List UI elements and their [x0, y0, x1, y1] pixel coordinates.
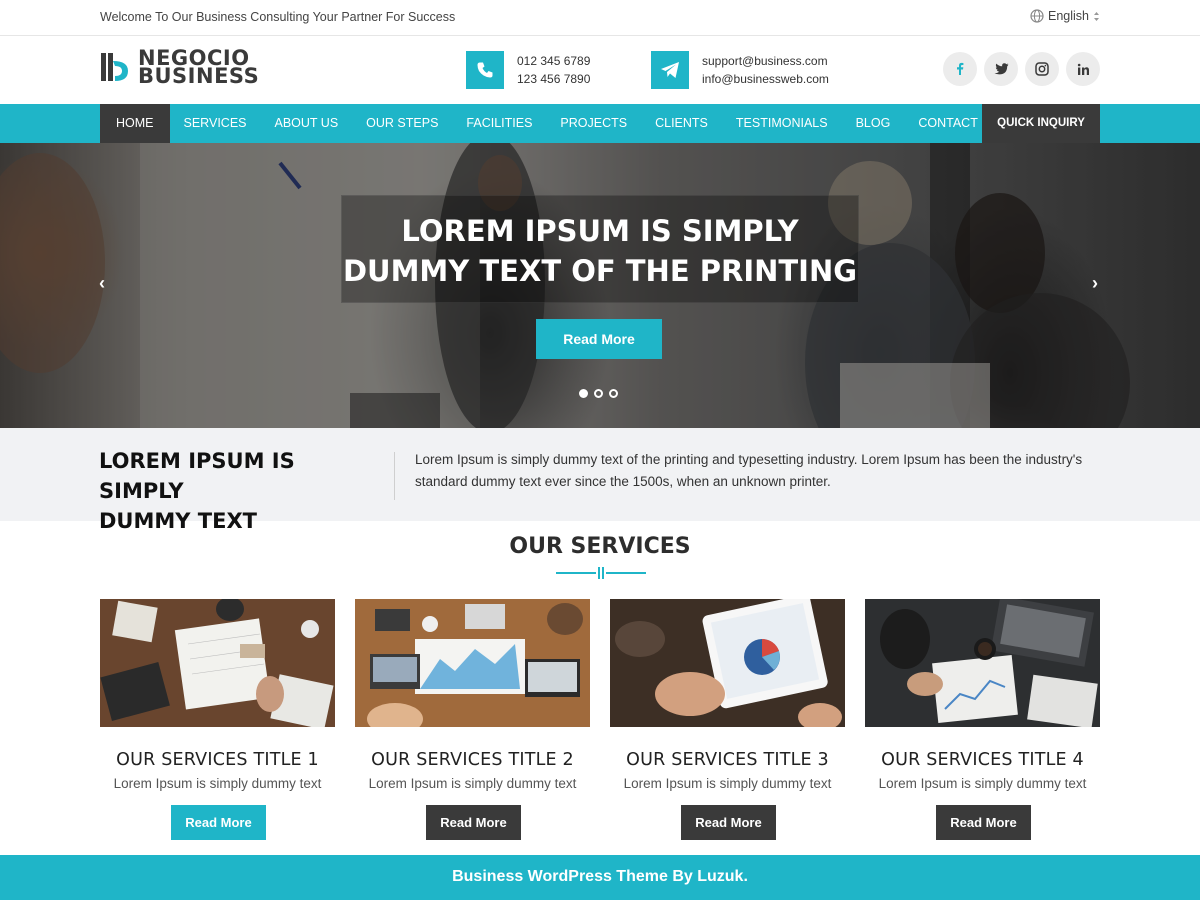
language-selector[interactable]: English: [1030, 9, 1100, 23]
service-title-2: OUR SERVICES TITLE 2: [371, 750, 574, 770]
instagram-icon[interactable]: [1025, 52, 1059, 86]
logo-text: NEGOCIO BUSINESS: [138, 48, 260, 88]
service-title-3: OUR SERVICES TITLE 3: [626, 750, 829, 770]
service-read-more-button-3[interactable]: Read More: [681, 805, 776, 840]
main-navigation: HOME SERVICES ABOUT US OUR STEPS FACILIT…: [0, 104, 1200, 143]
nav-item-contact[interactable]: CONTACT: [904, 104, 992, 143]
service-card-1: OUR SERVICES TITLE 1 Lorem Ipsum is simp…: [100, 597, 335, 840]
service-title-4: OUR SERVICES TITLE 4: [881, 750, 1084, 770]
service-card-4: OUR SERVICES TITLE 4 Lorem Ipsum is simp…: [865, 596, 1100, 840]
social-links: [943, 52, 1100, 86]
intro-heading-line-1: LOREM IPSUM IS SIMPLY: [99, 449, 295, 503]
telegram-icon: [651, 51, 689, 89]
slider-dot-3[interactable]: [609, 389, 618, 398]
hero-read-more-button[interactable]: Read More: [536, 319, 662, 359]
intro-heading: LOREM IPSUM IS SIMPLY DUMMY TEXT: [99, 446, 379, 536]
facebook-icon[interactable]: [943, 52, 977, 86]
phone-contact: 012 345 6789 123 456 7890: [466, 51, 590, 89]
service-text-1: Lorem Ipsum is simply dummy text: [113, 776, 322, 791]
service-image-3: [610, 594, 845, 731]
intro-divider: [394, 452, 395, 500]
hero-slider: LOREM IPSUM IS SIMPLY DUMMY TEXT OF THE …: [0, 143, 1200, 428]
intro-text: Lorem Ipsum is simply dummy text of the …: [415, 452, 1083, 489]
nav-item-clients[interactable]: CLIENTS: [641, 104, 722, 143]
site-logo[interactable]: NEGOCIO BUSINESS: [100, 48, 260, 88]
site-footer: Business WordPress Theme By Luzuk.: [0, 855, 1200, 900]
hero-title: LOREM IPSUM IS SIMPLY DUMMY TEXT OF THE …: [300, 211, 900, 291]
welcome-text: Welcome To Our Business Consulting Your …: [100, 10, 456, 24]
nav-item-our-steps[interactable]: OUR STEPS: [352, 104, 452, 143]
service-text-3: Lorem Ipsum is simply dummy text: [623, 776, 832, 791]
top-bar: Welcome To Our Business Consulting Your …: [0, 0, 1200, 36]
service-read-more-button-1[interactable]: Read More: [171, 805, 266, 840]
service-text-2: Lorem Ipsum is simply dummy text: [368, 776, 577, 791]
service-title-1: OUR SERVICES TITLE 1: [116, 750, 319, 770]
nav-item-projects[interactable]: PROJECTS: [546, 104, 641, 143]
service-text-4: Lorem Ipsum is simply dummy text: [878, 776, 1087, 791]
linkedin-icon[interactable]: [1066, 52, 1100, 86]
intro-heading-line-2: DUMMY TEXT: [99, 509, 257, 533]
slider-dots: [579, 389, 618, 398]
logo-icon: [101, 53, 128, 81]
service-read-more-button-2[interactable]: Read More: [426, 805, 521, 840]
service-image-2: [355, 599, 590, 735]
section-divider-icon: [556, 567, 646, 579]
service-image-1: [100, 597, 335, 730]
slider-dot-1[interactable]: [579, 389, 588, 398]
slider-dot-2[interactable]: [594, 389, 603, 398]
phone-icon: [466, 51, 504, 89]
email-address-1[interactable]: support@business.com: [702, 52, 829, 70]
phone-number-2[interactable]: 123 456 7890: [517, 70, 590, 88]
slider-next-arrow-icon[interactable]: ›: [1092, 273, 1098, 294]
nav-item-facilities[interactable]: FACILITIES: [452, 104, 546, 143]
nav-item-testimonials[interactable]: TESTIMONIALS: [722, 104, 842, 143]
select-arrows-icon: [1094, 11, 1099, 21]
hero-title-line-1: LOREM IPSUM IS SIMPLY: [401, 214, 799, 248]
nav-item-home[interactable]: HOME: [100, 104, 170, 143]
services-title: OUR SERVICES: [509, 534, 691, 559]
service-card-3: OUR SERVICES TITLE 3 Lorem Ipsum is simp…: [610, 594, 845, 840]
service-card-2: OUR SERVICES TITLE 2 Lorem Ipsum is simp…: [355, 599, 590, 840]
globe-icon: [1030, 9, 1044, 23]
language-label: English: [1048, 9, 1089, 23]
service-image-4: [865, 596, 1100, 729]
email-address-2[interactable]: info@businessweb.com: [702, 70, 829, 88]
nav-item-services[interactable]: SERVICES: [170, 104, 261, 143]
email-contact: support@business.com info@businessweb.co…: [651, 51, 829, 89]
intro-section: LOREM IPSUM IS SIMPLY DUMMY TEXT Lorem I…: [0, 428, 1200, 533]
phone-number-1[interactable]: 012 345 6789: [517, 52, 590, 70]
quick-inquiry-button[interactable]: QUICK INQUIRY: [982, 104, 1100, 143]
twitter-icon[interactable]: [984, 52, 1018, 86]
site-header: NEGOCIO BUSINESS 012 345 6789 123 456 78…: [0, 36, 1200, 104]
logo-line-2: BUSINESS: [138, 64, 260, 88]
hero-title-line-2: DUMMY TEXT OF THE PRINTING: [342, 254, 858, 288]
slider-prev-arrow-icon[interactable]: ‹: [99, 273, 105, 294]
service-read-more-button-4[interactable]: Read More: [936, 805, 1031, 840]
nav-item-about-us[interactable]: ABOUT US: [261, 104, 353, 143]
nav-item-blog[interactable]: BLOG: [842, 104, 905, 143]
